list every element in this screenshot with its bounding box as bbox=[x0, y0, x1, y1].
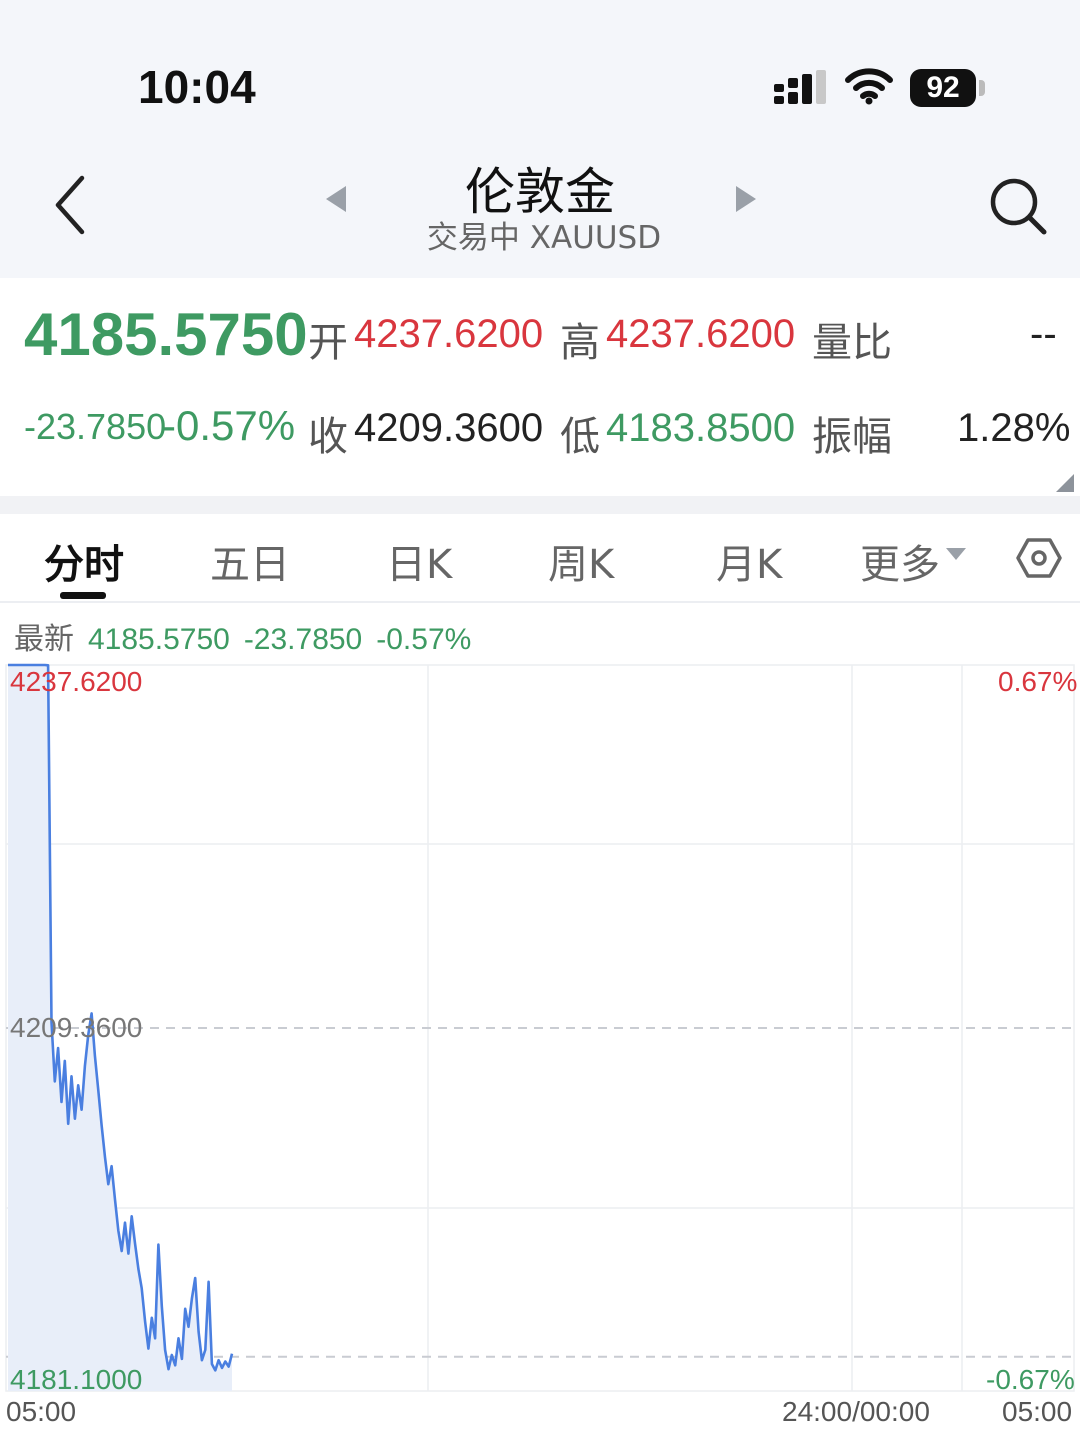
triangle-left-icon bbox=[326, 186, 346, 212]
tabs-divider bbox=[0, 601, 1080, 603]
latest-label: 最新 bbox=[14, 622, 74, 657]
wifi-icon bbox=[845, 68, 893, 105]
y-axis-top-label: 4237.6200 bbox=[10, 666, 143, 697]
next-instrument-button[interactable] bbox=[734, 184, 760, 214]
chart-settings-button[interactable] bbox=[1016, 536, 1062, 580]
close-label: 收 bbox=[308, 414, 348, 460]
close-value: 4209.3600 bbox=[354, 406, 544, 450]
triangle-right-icon bbox=[736, 186, 756, 212]
amplitude-value: 1.28% bbox=[957, 406, 1071, 450]
latest-change: -23.7850 bbox=[243, 623, 363, 656]
low-label: 低 bbox=[560, 414, 600, 460]
battery-indicator: 92 bbox=[910, 69, 976, 107]
open-value: 4237.6200 bbox=[354, 312, 544, 356]
price-change-percent: -0.57% bbox=[162, 402, 296, 449]
tab-five-day[interactable]: 五日 bbox=[210, 532, 290, 590]
cellular-signal-icon bbox=[774, 70, 826, 104]
price-change: -23.7850 bbox=[24, 406, 167, 447]
latest-change-percent: -0.57% bbox=[376, 623, 472, 656]
battery-tip bbox=[979, 80, 985, 96]
high-value: 4237.6200 bbox=[606, 312, 796, 356]
high-label: 高 bbox=[560, 320, 600, 366]
open-label: 开 bbox=[308, 320, 348, 366]
volume-ratio-label: 量比 bbox=[812, 320, 892, 366]
previous-instrument-button[interactable] bbox=[322, 184, 348, 214]
status-time: 10:04 bbox=[138, 61, 256, 113]
y-axis-middle-label: 4209.3600 bbox=[10, 1012, 143, 1043]
back-button[interactable] bbox=[44, 170, 100, 240]
current-price: 4185.5750 bbox=[24, 301, 308, 368]
chevron-left-icon bbox=[55, 175, 85, 235]
instrument-subtitle: 交易中 XAUUSD bbox=[426, 220, 662, 256]
tab-monthly-k[interactable]: 月K bbox=[716, 532, 782, 590]
y-axis-bottom-label: 4181.1000 bbox=[10, 1364, 143, 1395]
latest-price: 4185.5750 bbox=[88, 623, 230, 656]
tab-more[interactable]: 更多 bbox=[860, 532, 940, 590]
active-tab-indicator bbox=[60, 592, 106, 599]
caret-down-icon bbox=[946, 548, 966, 560]
volume-ratio-value: -- bbox=[1030, 312, 1057, 356]
intraday-chart[interactable] bbox=[0, 660, 1080, 1435]
search-button[interactable] bbox=[986, 174, 1050, 238]
tab-daily-k[interactable]: 日K bbox=[386, 532, 452, 590]
hexagon-settings-icon bbox=[1016, 538, 1062, 578]
section-divider bbox=[0, 496, 1080, 514]
amplitude-label: 振幅 bbox=[812, 414, 892, 460]
x-axis-end-label: 05:00 bbox=[1002, 1396, 1073, 1427]
x-axis-start-label: 05:00 bbox=[6, 1396, 77, 1427]
right-axis-top-label: 0.67% bbox=[998, 666, 1078, 697]
expand-corner-icon[interactable] bbox=[1056, 474, 1074, 492]
low-value: 4183.8500 bbox=[606, 406, 796, 450]
x-axis-midnight-label: 24:00/00:00 bbox=[782, 1396, 930, 1427]
latest-quote-row: 最新 4185.5750 -23.7850 -0.57% bbox=[14, 614, 485, 658]
tab-intraday[interactable]: 分时 bbox=[44, 532, 124, 590]
tab-weekly-k[interactable]: 周K bbox=[548, 532, 614, 590]
right-axis-bottom-label: -0.67% bbox=[986, 1364, 1075, 1395]
